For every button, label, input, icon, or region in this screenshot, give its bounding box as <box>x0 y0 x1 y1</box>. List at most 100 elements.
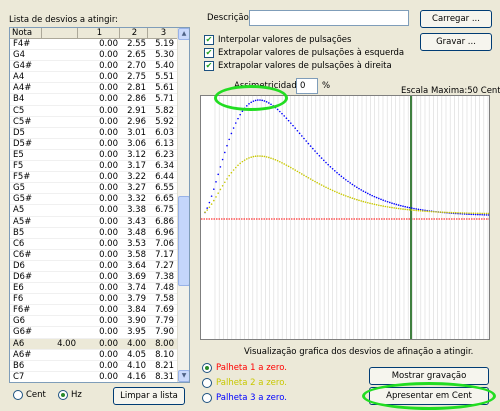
palette-2-point <box>268 156 270 159</box>
table-cell-c3: 3.22 <box>127 172 146 183</box>
palette-2-point <box>204 211 206 214</box>
table-row[interactable]: C5 0.00 2.91 5.82 <box>10 106 178 117</box>
table-row[interactable]: D5# 0.00 3.06 6.13 <box>10 139 178 150</box>
table-row[interactable]: G5 0.00 3.27 6.55 <box>10 183 178 195</box>
table-row[interactable]: A5# 0.00 3.43 6.86 <box>10 217 178 228</box>
col-header-2[interactable]: 2 <box>120 28 148 39</box>
table-row[interactable]: A6# 0.00 4.05 8.10 <box>10 350 178 361</box>
table-row[interactable]: F4# 0.00 2.55 5.19 <box>10 39 178 51</box>
table-cell-c2: 0.00 <box>99 316 118 327</box>
table-row[interactable]: G4# 0.00 2.70 5.40 <box>10 61 178 73</box>
palette-3-point <box>327 163 329 166</box>
table-cell-c2: 0.00 <box>99 327 118 338</box>
col-header-1[interactable]: 1 <box>78 28 120 39</box>
palette-3-point <box>375 196 378 199</box>
table-row[interactable]: E6 0.00 3.74 7.48 <box>10 283 178 295</box>
palette-2-point <box>428 210 431 213</box>
scroll-up-icon[interactable]: ▲ <box>178 28 189 40</box>
table-row[interactable]: G4 0.00 2.65 5.30 <box>10 50 178 62</box>
load-button[interactable]: Carregar ... <box>420 10 492 28</box>
table-row[interactable]: D5 0.00 3.01 6.03 <box>10 128 178 139</box>
table-row[interactable]: F5 0.00 3.17 6.34 <box>10 161 178 173</box>
table-cell-c2: 0.00 <box>99 72 118 83</box>
table-row[interactable]: A4 0.00 2.75 5.51 <box>10 72 178 84</box>
table-cell-c3: 3.48 <box>127 227 146 238</box>
palette-2-point <box>472 212 475 215</box>
palette-3-point <box>290 122 292 124</box>
clear-list-button[interactable]: Limpar a lista <box>113 387 185 405</box>
table-row[interactable]: E5 0.00 3.12 6.23 <box>10 150 178 162</box>
palette-3-point <box>415 208 417 210</box>
palette-3-point <box>281 112 283 115</box>
table-row[interactable]: B4 0.00 2.86 5.71 <box>10 94 178 106</box>
palette-2-point <box>215 196 217 198</box>
extrap-left-checkbox[interactable]: ✔ <box>204 48 214 58</box>
palette-3-point <box>384 200 387 202</box>
scroll-thumb[interactable] <box>178 196 189 286</box>
table-row[interactable]: F5# 0.00 3.22 6.44 <box>10 172 178 184</box>
save-button[interactable]: Gravar ... <box>420 33 492 51</box>
asymmetry-input[interactable]: 0 <box>296 78 318 94</box>
palette-2-point <box>380 204 382 207</box>
radio-palette-1[interactable] <box>202 363 212 373</box>
description-input[interactable] <box>249 10 409 26</box>
palette-2-point <box>452 211 455 214</box>
radio-cent[interactable] <box>13 390 23 400</box>
table-row[interactable]: C6# 0.00 3.58 7.17 <box>10 250 178 261</box>
interpolate-checkbox[interactable]: ✔ <box>204 35 214 45</box>
table-row[interactable]: G6# 0.00 3.95 7.90 <box>10 327 178 339</box>
table-row[interactable]: B5 0.00 3.48 6.96 <box>10 228 178 239</box>
table-row[interactable]: D6# 0.00 3.69 7.38 <box>10 272 178 284</box>
table-scrollbar[interactable]: ▲ ▼ <box>177 28 189 382</box>
col-header-0[interactable] <box>42 28 78 39</box>
palette-3-point <box>235 122 237 124</box>
table-cell-c3: 2.75 <box>127 72 146 83</box>
palette-2-point <box>232 169 235 171</box>
deviation-graph-svg <box>201 96 489 339</box>
palette-3-point <box>309 145 312 147</box>
table-row[interactable]: C7 0.00 4.16 8.31 <box>10 372 178 382</box>
palette-2-point <box>314 180 316 183</box>
table-row[interactable]: G5# 0.00 3.32 6.65 <box>10 194 178 206</box>
palette-3-point <box>402 205 404 207</box>
palette-3-point <box>406 206 409 208</box>
palette-3-point <box>338 173 340 176</box>
col-header-note[interactable]: Nota <box>10 28 42 39</box>
palette-2-point <box>303 174 305 177</box>
table-cell-c3: 4.00 <box>127 338 146 349</box>
table-cell-note: D6 <box>13 260 25 271</box>
table-row[interactable]: D6 0.00 3.64 7.27 <box>10 261 178 272</box>
table-cell-c3: 4.10 <box>127 360 146 371</box>
table-row[interactable]: G6 0.00 3.90 7.79 <box>10 316 178 328</box>
table-row[interactable]: A4# 0.00 2.81 5.61 <box>10 83 178 95</box>
table-row[interactable]: F6 0.00 3.79 7.58 <box>10 294 178 306</box>
table-row[interactable]: C5# 0.00 2.96 5.92 <box>10 117 178 128</box>
table-cell-c3: 3.06 <box>127 138 146 149</box>
table-row[interactable]: F6# 0.00 3.84 7.69 <box>10 305 178 317</box>
radio-palette-3[interactable] <box>202 393 212 403</box>
palette-2-point <box>235 166 237 169</box>
table-cell-c4: 7.48 <box>155 283 174 294</box>
table-cell-note: G6# <box>13 327 33 338</box>
palette-2-point <box>364 201 367 203</box>
extrap-right-checkbox[interactable]: ✔ <box>204 61 214 71</box>
scroll-down-icon[interactable]: ▼ <box>178 370 189 382</box>
palette-2-point <box>320 184 323 186</box>
table-row[interactable]: B6 0.00 4.10 8.21 <box>10 361 178 372</box>
table-row[interactable]: C6 0.00 3.53 7.06 <box>10 239 178 250</box>
palette-2-point <box>371 203 373 205</box>
table-cell-c3: 2.70 <box>127 61 146 72</box>
table-cell-c3: 3.90 <box>127 316 146 327</box>
palette-2-point <box>402 208 404 210</box>
radio-palette-2[interactable] <box>202 378 212 388</box>
palette-3-point <box>411 207 413 209</box>
palette-2-point <box>477 212 479 215</box>
palette-3-point <box>369 193 371 196</box>
table-row[interactable]: A6 4.00 0.00 4.00 8.00 <box>10 338 178 350</box>
table-cell-note: F4# <box>13 39 31 49</box>
col-header-3[interactable]: 3 <box>148 28 178 39</box>
table-cell-c2: 0.00 <box>99 94 118 105</box>
palette-3-point <box>237 117 239 120</box>
table-row[interactable]: A5 0.00 3.38 6.75 <box>10 205 178 217</box>
radio-hz[interactable] <box>58 390 68 400</box>
